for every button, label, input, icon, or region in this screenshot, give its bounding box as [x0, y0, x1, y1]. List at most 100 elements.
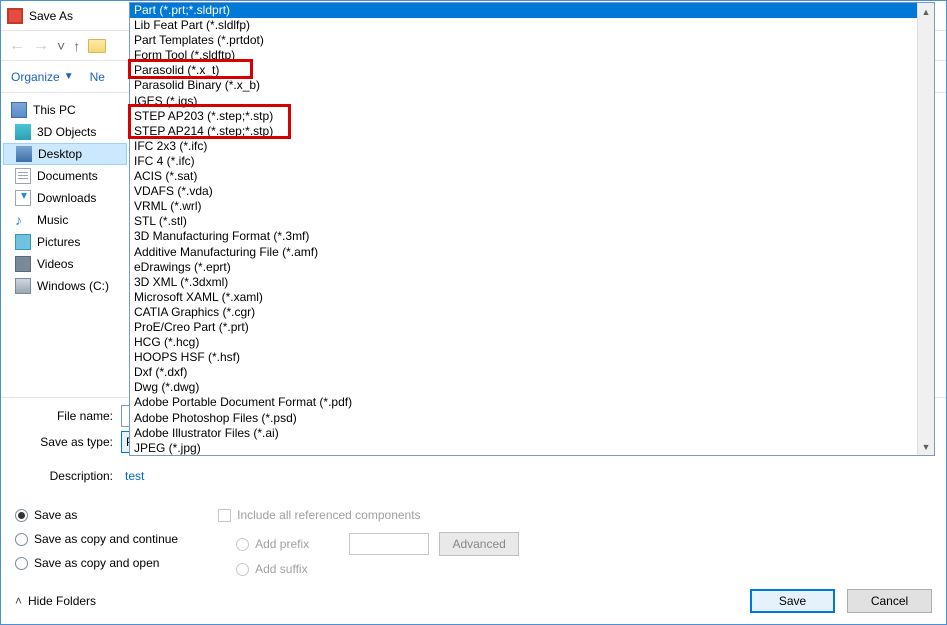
filetype-option[interactable]: Microsoft XAML (*.xaml) — [130, 290, 917, 305]
checkbox-label: Include all referenced components — [237, 508, 420, 522]
pictures-icon — [15, 234, 31, 250]
chevron-up-icon: ˄ — [15, 594, 22, 608]
filetype-option[interactable]: VRML (*.wrl) — [130, 199, 917, 214]
folder-icon — [88, 39, 106, 53]
filetype-option[interactable]: IFC 2x3 (*.ifc) — [130, 139, 917, 154]
filetype-option[interactable]: STEP AP203 (*.step;*.stp) — [130, 109, 917, 124]
filetype-option[interactable]: Parasolid (*.x_t) — [130, 63, 917, 78]
radio-label: Save as copy and open — [34, 556, 159, 570]
radio-label: Save as copy and continue — [34, 532, 178, 546]
filetype-option[interactable]: 3D Manufacturing Format (*.3mf) — [130, 229, 917, 244]
filetype-option[interactable]: Dwg (*.dwg) — [130, 380, 917, 395]
app-icon — [7, 8, 23, 24]
filetype-option[interactable]: Part Templates (*.prtdot) — [130, 33, 917, 48]
new-folder-label: Ne — [90, 70, 105, 84]
filetype-option[interactable]: Lib Feat Part (*.sldlfp) — [130, 18, 917, 33]
save-mode-group: Save as Save as copy and continue Save a… — [15, 506, 178, 578]
advanced-button: Advanced — [439, 532, 519, 556]
sidebar-label: Videos — [37, 257, 73, 271]
radio-label: Add prefix — [255, 537, 309, 551]
save-button[interactable]: Save — [750, 589, 835, 613]
radio-save-as[interactable]: Save as — [15, 506, 178, 524]
filetype-option[interactable]: IGES (*.igs) — [130, 94, 917, 109]
button-label: Save — [779, 594, 806, 608]
organize-label: Organize — [11, 70, 60, 84]
radio-icon — [15, 533, 28, 546]
desktop-icon — [16, 146, 32, 162]
filetype-option[interactable]: CATIA Graphics (*.cgr) — [130, 305, 917, 320]
filetype-option[interactable]: VDAFS (*.vda) — [130, 184, 917, 199]
sidebar-item-videos[interactable]: Videos — [1, 253, 129, 275]
filetype-dropdown-list[interactable]: Part (*.prt;*.sldprt)Lib Feat Part (*.sl… — [130, 3, 917, 455]
recent-chevron-icon[interactable]: ˅ — [57, 38, 65, 54]
filetype-dropdown: Part (*.prt;*.sldprt)Lib Feat Part (*.sl… — [129, 2, 935, 456]
sidebar-item-music[interactable]: ♪ Music — [1, 209, 129, 231]
sidebar-label: Pictures — [37, 235, 80, 249]
sidebar-label: Documents — [37, 169, 98, 183]
radio-save-copy-open[interactable]: Save as copy and open — [15, 554, 178, 572]
filetype-option[interactable]: ACIS (*.sat) — [130, 169, 917, 184]
radio-icon — [236, 538, 249, 551]
filetype-option[interactable]: eDrawings (*.eprt) — [130, 260, 917, 275]
radio-add-suffix: Add suffix — [236, 560, 519, 578]
cancel-button[interactable]: Cancel — [847, 589, 932, 613]
music-icon: ♪ — [15, 212, 31, 228]
filetype-option[interactable]: Adobe Photoshop Files (*.psd) — [130, 411, 917, 426]
filetype-option[interactable]: HOOPS HSF (*.hsf) — [130, 350, 917, 365]
hide-folders-label: Hide Folders — [28, 594, 96, 608]
sidebar-item-desktop[interactable]: Desktop — [3, 143, 127, 165]
sidebar-item-windows-c[interactable]: Windows (C:) — [1, 275, 129, 297]
radio-icon — [15, 557, 28, 570]
filetype-option[interactable]: Adobe Illustrator Files (*.ai) — [130, 426, 917, 441]
filetype-option[interactable]: ProE/Creo Part (*.prt) — [130, 320, 917, 335]
filetype-option[interactable]: 3D XML (*.3dxml) — [130, 275, 917, 290]
new-folder-button[interactable]: Ne — [90, 70, 105, 84]
chevron-down-icon: ▼ — [64, 71, 74, 82]
forward-arrow-icon: → — [33, 37, 49, 55]
filetype-option[interactable]: Dxf (*.dxf) — [130, 365, 917, 380]
sidebar-item-3d-objects[interactable]: 3D Objects — [1, 121, 129, 143]
save-as-dialog: Save As ← → ˅ ↑ Organize ▼ Ne This PC 3D… — [0, 0, 947, 625]
filetype-option[interactable]: STEP AP214 (*.step;*.stp) — [130, 124, 917, 139]
sidebar-item-pictures[interactable]: Pictures — [1, 231, 129, 253]
sidebar-label: Downloads — [37, 191, 96, 205]
sidebar: This PC 3D Objects Desktop Documents Dow… — [1, 93, 129, 397]
scroll-up-button[interactable]: ▲ — [918, 3, 934, 20]
radio-icon — [15, 509, 28, 522]
saveastype-label: Save as type: — [1, 435, 121, 449]
dropdown-scrollbar[interactable]: ▲ ▼ — [917, 3, 934, 455]
organize-menu[interactable]: Organize ▼ — [11, 70, 74, 84]
filetype-option[interactable]: STL (*.stl) — [130, 214, 917, 229]
sidebar-item-documents[interactable]: Documents — [1, 165, 129, 187]
window-title: Save As — [29, 9, 73, 23]
radio-icon — [236, 563, 249, 576]
filetype-option[interactable]: IFC 4 (*.ifc) — [130, 154, 917, 169]
filetype-option[interactable]: Additive Manufacturing File (*.amf) — [130, 245, 917, 260]
up-level-icon[interactable]: ↑ — [73, 38, 80, 54]
downloads-icon — [15, 190, 31, 206]
radio-save-copy-continue[interactable]: Save as copy and continue — [15, 530, 178, 548]
drive-icon — [15, 278, 31, 294]
radio-add-prefix: Add prefix — [236, 535, 309, 553]
back-arrow-icon[interactable]: ← — [9, 37, 25, 55]
reference-options: Include all referenced components Add pr… — [218, 506, 519, 578]
filename-label: File name: — [1, 409, 121, 423]
scroll-down-button[interactable]: ▼ — [918, 438, 934, 455]
filetype-option[interactable]: JPEG (*.jpg) — [130, 441, 917, 455]
pc-icon — [11, 102, 27, 118]
button-label: Cancel — [871, 594, 908, 608]
filetype-option[interactable]: Part (*.prt;*.sldprt) — [130, 3, 917, 18]
videos-icon — [15, 256, 31, 272]
hide-folders-toggle[interactable]: ˄ Hide Folders — [15, 594, 96, 608]
sidebar-item-this-pc[interactable]: This PC — [1, 99, 129, 121]
filetype-option[interactable]: Parasolid Binary (*.x_b) — [130, 78, 917, 93]
radio-label: Save as — [34, 508, 77, 522]
checkbox-icon — [218, 509, 231, 522]
options-area: Save as Save as copy and continue Save a… — [1, 496, 946, 578]
filetype-option[interactable]: HCG (*.hcg) — [130, 335, 917, 350]
filetype-option[interactable]: Form Tool (*.sldftp) — [130, 48, 917, 63]
filetype-option[interactable]: Adobe Portable Document Format (*.pdf) — [130, 395, 917, 410]
description-link[interactable]: test — [121, 469, 144, 483]
sidebar-item-downloads[interactable]: Downloads — [1, 187, 129, 209]
documents-icon — [15, 168, 31, 184]
